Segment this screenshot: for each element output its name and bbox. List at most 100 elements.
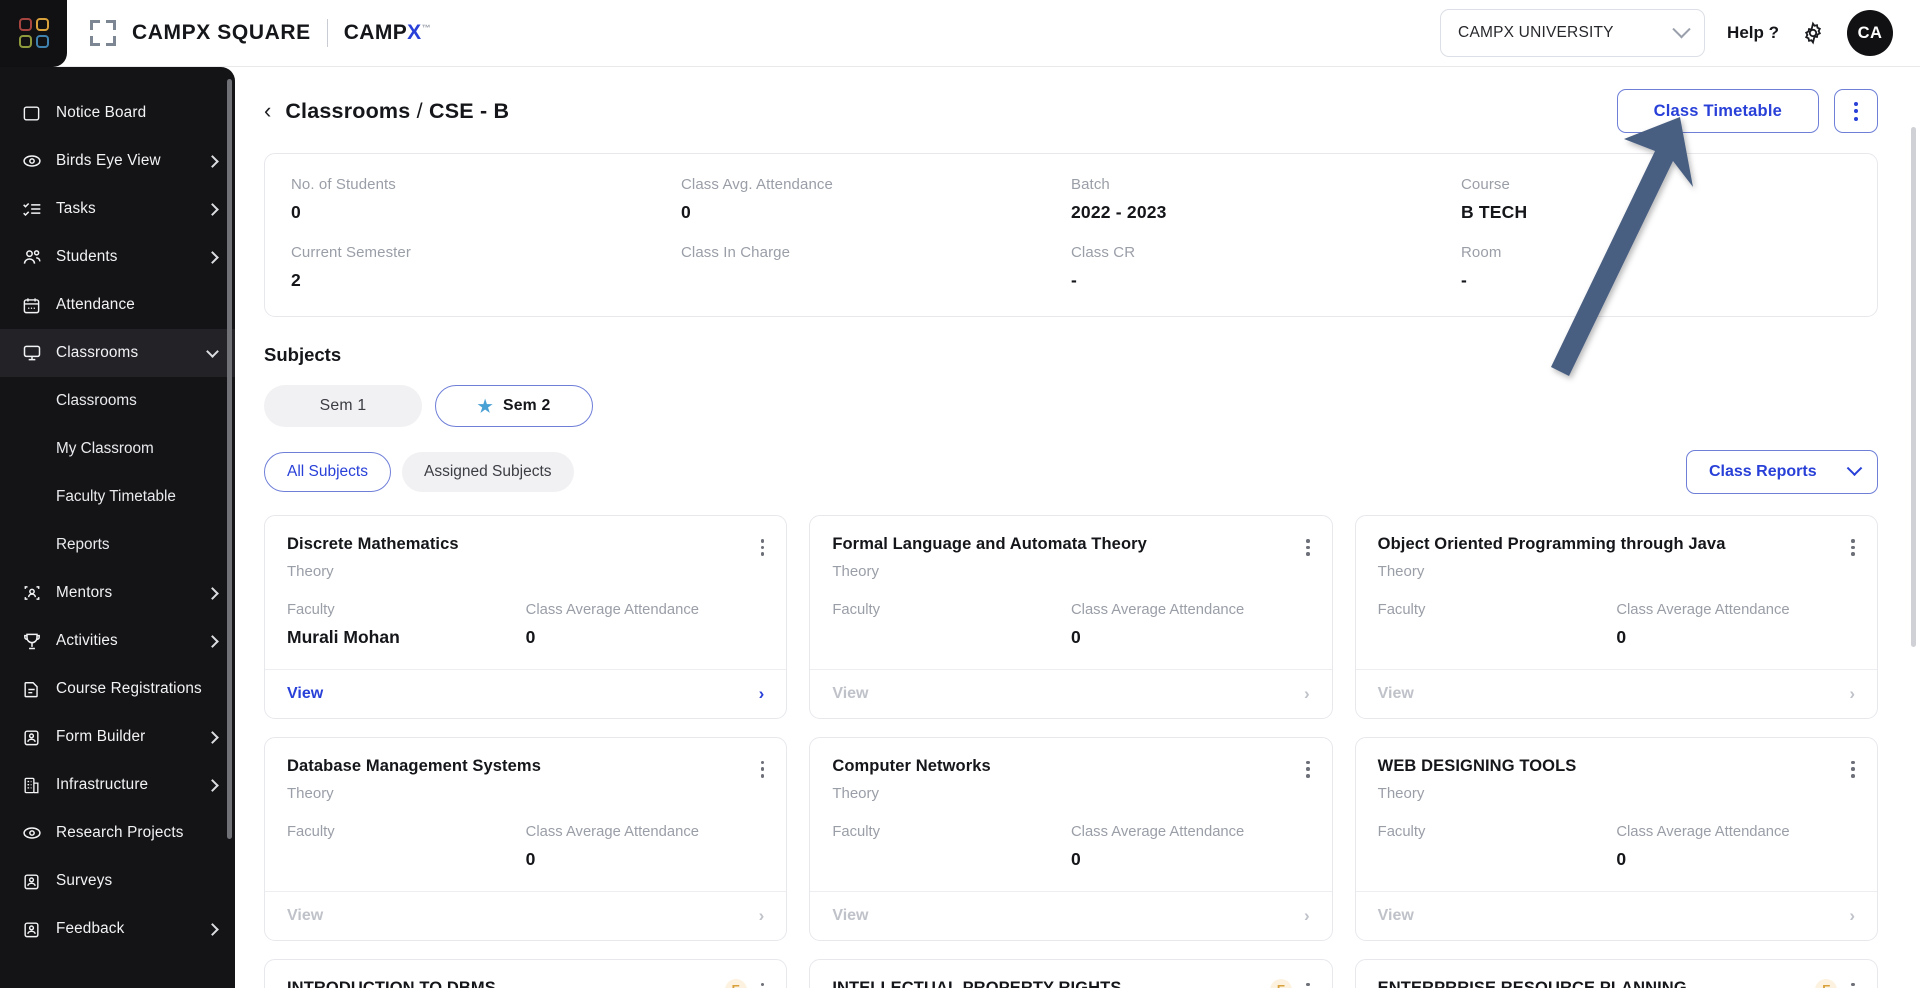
sidebar-item-feedback[interactable]: Feedback <box>0 905 235 953</box>
gear-icon[interactable] <box>1801 21 1825 45</box>
subject-kebab-menu-icon[interactable] <box>1851 979 1855 988</box>
task-list-icon <box>21 199 42 220</box>
subject-type: Theory <box>287 784 334 802</box>
sidebar-item-label: Form Builder <box>56 728 146 745</box>
sidebar-item-birds-eye-view[interactable]: Birds Eye View <box>0 137 235 185</box>
subject-card[interactable]: Database Management Systems Theory Facul… <box>264 736 788 941</box>
brand-block[interactable]: CAMPX SQUARE CAMPX™ <box>67 19 431 47</box>
semester-tab-sem2[interactable]: ★ Sem 2 <box>435 385 593 427</box>
sidebar-item-faculty-timetable[interactable]: Faculty Timetable <box>0 473 235 521</box>
breadcrumb: Classrooms / CSE - B <box>285 99 509 124</box>
subject-kebab-menu-icon[interactable] <box>760 979 765 988</box>
eye-icon <box>21 151 42 172</box>
sidebar-item-surveys[interactable]: Surveys <box>0 857 235 905</box>
subject-card[interactable]: INTRODUCTION TO DBMS E <box>264 958 788 988</box>
subject-view-link[interactable]: View › <box>265 890 787 940</box>
faculty-value <box>287 849 526 871</box>
elective-badge: E <box>1270 978 1293 988</box>
filter-all-subjects[interactable]: All Subjects <box>264 452 391 492</box>
info-field: Current Semester 2 <box>291 244 681 292</box>
subject-view-link[interactable]: View › <box>265 668 787 718</box>
subject-kebab-menu-icon[interactable] <box>760 757 765 778</box>
brand-sub-accent: X <box>407 21 422 44</box>
subject-card[interactable]: WEB DESIGNING TOOLS Theory Faculty Class… <box>1354 736 1878 941</box>
sidebar-item-activities[interactable]: Activities <box>0 617 235 665</box>
subject-metrics: Faculty Class Average Attendance 0 <box>1378 602 1855 649</box>
sidebar-item-my-classroom[interactable]: My Classroom <box>0 425 235 473</box>
attendance-block: Class Average Attendance 0 <box>1071 602 1310 649</box>
info-value: 2022 - 2023 <box>1071 202 1167 222</box>
subject-card-body: Computer Networks Theory Faculty Class A… <box>810 738 1331 891</box>
subject-kebab-menu-icon[interactable] <box>1306 757 1310 778</box>
avatar[interactable]: CA <box>1847 10 1893 56</box>
view-label: View <box>1377 684 1414 702</box>
view-label: View <box>832 906 869 924</box>
subject-view-link[interactable]: View › <box>1355 890 1877 940</box>
attendance-block: Class Average Attendance 0 <box>526 824 765 871</box>
sidebar-item-infrastructure[interactable]: Infrastructure <box>0 761 235 809</box>
semester-tab-sem1[interactable]: Sem 1 <box>264 385 422 427</box>
faculty-label: Faculty <box>1377 601 1426 618</box>
sidebar-item-mentors[interactable]: Mentors <box>0 569 235 617</box>
sidebar-item-classrooms[interactable]: Classrooms <box>0 329 235 377</box>
class-timetable-button[interactable]: Class Timetable <box>1616 89 1819 133</box>
subject-card[interactable]: INTELLECTUAL PROPERTY RIGHTS E <box>809 958 1333 988</box>
app-logo-tile[interactable] <box>0 0 67 67</box>
chevron-down-icon <box>206 344 219 358</box>
sidebar-item-research-projects[interactable]: Research Projects <box>0 809 235 857</box>
subject-kebab-menu-icon[interactable] <box>1306 979 1310 988</box>
sidebar-item-tasks[interactable]: Tasks <box>0 185 235 233</box>
sidebar-item-label: Notice Board <box>56 104 147 121</box>
mentor-icon <box>21 583 42 604</box>
chevron-left-icon[interactable]: ‹ <box>264 100 271 122</box>
subject-card[interactable]: Discrete Mathematics Theory Faculty Mural… <box>264 515 788 719</box>
chevron-right-icon <box>206 778 219 792</box>
sidebar-item-course-registrations[interactable]: Course Registrations <box>0 665 235 713</box>
subject-kebab-menu-icon[interactable] <box>1851 535 1855 556</box>
help-link[interactable]: Help ? <box>1727 23 1779 43</box>
class-reports-dropdown[interactable]: Class Reports <box>1686 450 1878 494</box>
subject-view-link[interactable]: View › <box>1355 668 1877 718</box>
info-value: - <box>1071 270 1078 290</box>
sidebar-item-reports[interactable]: Reports <box>0 521 235 569</box>
org-selector[interactable]: CAMPX UNIVERSITY <box>1440 9 1706 57</box>
sidebar-item-students[interactable]: Students <box>0 233 235 281</box>
info-label: Class Avg. Attendance <box>681 176 833 193</box>
subject-card[interactable]: Formal Language and Automata Theory Theo… <box>809 515 1333 719</box>
filter-assigned-subjects[interactable]: Assigned Subjects <box>401 452 574 492</box>
subject-metrics: Faculty Class Average Attendance 0 <box>1378 824 1855 871</box>
sidebar-item-notice-board[interactable]: Notice Board <box>0 89 235 137</box>
view-label: View <box>1377 906 1414 924</box>
subject-card[interactable]: ENTERPRRISE RESOURCE PLANNING E <box>1354 958 1878 988</box>
faculty-value: Murali Mohan <box>287 626 400 647</box>
subject-title: Computer Networks <box>832 756 991 775</box>
subject-card[interactable]: Computer Networks Theory Faculty Class A… <box>809 736 1333 941</box>
subject-card[interactable]: Object Oriented Programming through Java… <box>1354 515 1878 719</box>
info-value <box>681 270 1071 292</box>
main-scrollbar[interactable] <box>1911 127 1916 647</box>
feedback-icon <box>21 919 42 940</box>
faculty-label: Faculty <box>832 601 881 618</box>
sidebar-item-classrooms-sub[interactable]: Classrooms <box>0 377 235 425</box>
page-header: ‹ Classrooms / CSE - B Class Timetable <box>235 67 1920 153</box>
info-label: Class In Charge <box>681 244 791 261</box>
sidebar-scrollbar[interactable] <box>227 79 232 839</box>
chevron-right-icon: › <box>1849 683 1855 703</box>
breadcrumb-separator: / <box>416 98 423 123</box>
sidebar-item-attendance[interactable]: Attendance <box>0 281 235 329</box>
subject-kebab-menu-icon[interactable] <box>1851 757 1855 778</box>
chevron-right-icon <box>206 730 219 744</box>
page-kebab-menu-icon[interactable] <box>1834 89 1878 133</box>
subject-card-body: WEB DESIGNING TOOLS Theory Faculty Class… <box>1356 738 1877 891</box>
subject-kebab-menu-icon[interactable] <box>1306 535 1310 556</box>
subject-kebab-menu-icon[interactable] <box>760 535 765 556</box>
subject-view-link[interactable]: View › <box>810 890 1332 940</box>
breadcrumb-parent[interactable]: Classrooms <box>285 99 410 123</box>
view-label: View <box>287 684 324 702</box>
info-label: Current Semester <box>291 244 411 261</box>
students-icon <box>21 247 42 268</box>
subject-view-link[interactable]: View › <box>810 668 1332 718</box>
subject-card-body: ENTERPRRISE RESOURCE PLANNING E <box>1356 960 1877 988</box>
sidebar-item-form-builder[interactable]: Form Builder <box>0 713 235 761</box>
subject-title: ENTERPRRISE RESOURCE PLANNING <box>1377 978 1687 988</box>
